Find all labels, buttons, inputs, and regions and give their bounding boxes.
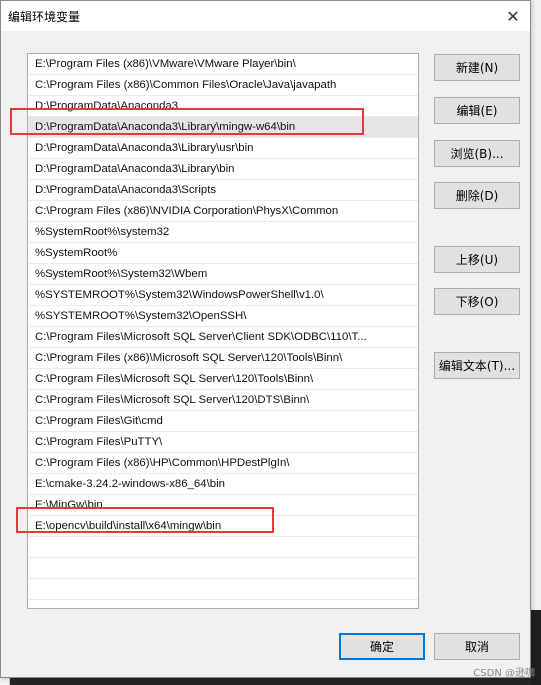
path-list-item[interactable]: C:\Program Files\Microsoft SQL Server\Cl… [28,327,418,348]
path-list-item[interactable]: C:\Program Files\PuTTY\ [28,432,418,453]
delete-button[interactable]: 删除(D) [434,182,520,209]
path-list-item[interactable]: C:\Program Files\Microsoft SQL Server\12… [28,390,418,411]
browse-button[interactable]: 浏览(B)... [434,140,520,167]
path-list-item[interactable]: C:\Program Files\Git\cmd [28,411,418,432]
path-list-item[interactable]: E:\cmake-3.24.2-windows-x86_64\bin [28,474,418,495]
dialog-title: 编辑环境变量 [8,10,81,24]
edit-button[interactable]: 编辑(E) [434,97,520,124]
path-list-item[interactable]: D:\ProgramData\Anaconda3\Library\bin [28,159,418,180]
ok-button[interactable]: 确定 [339,633,425,660]
path-list-item[interactable]: %SystemRoot% [28,243,418,264]
move-up-button[interactable]: 上移(U) [434,246,520,273]
new-button[interactable]: 新建(N) [434,54,520,81]
path-list-item[interactable]: C:\Program Files (x86)\Microsoft SQL Ser… [28,348,418,369]
path-list-item[interactable]: C:\Program Files\Microsoft SQL Server\12… [28,369,418,390]
close-button[interactable]: ✕ [496,1,530,31]
path-list-item[interactable]: %SYSTEMROOT%\System32\OpenSSH\ [28,306,418,327]
path-list-empty-row[interactable] [28,600,418,608]
path-list-item[interactable]: C:\Program Files (x86)\NVIDIA Corporatio… [28,201,418,222]
title-bar[interactable]: 编辑环境变量 ✕ [1,1,530,31]
path-list-item[interactable]: E:\Program Files (x86)\VMware\VMware Pla… [28,54,418,75]
cancel-button[interactable]: 取消 [434,633,520,660]
path-list-item[interactable]: %SystemRoot%\System32\Wbem [28,264,418,285]
path-list-item[interactable]: D:\ProgramData\Anaconda3 [28,96,418,117]
edit-text-button[interactable]: 编辑文本(T)... [434,352,520,379]
path-list-empty-row[interactable] [28,579,418,600]
path-list-item[interactable]: %SystemRoot%\system32 [28,222,418,243]
path-list-item[interactable]: D:\ProgramData\Anaconda3\Scripts [28,180,418,201]
path-list-item[interactable]: C:\Program Files (x86)\HP\Common\HPDestP… [28,453,418,474]
path-list-item[interactable]: E:\opencv\build\install\x64\mingw\bin [28,516,418,537]
move-down-button[interactable]: 下移(O) [434,288,520,315]
watermark: CSDN @逊咖‍ [473,668,535,679]
background-window-right [531,0,541,685]
edit-environment-variable-dialog: 编辑环境变量 ✕ E:\Program Files (x86)\VMware\V… [0,0,531,678]
path-list-item[interactable]: C:\Program Files (x86)\Common Files\Orac… [28,75,418,96]
path-list[interactable]: E:\Program Files (x86)\VMware\VMware Pla… [27,53,419,609]
path-list-item[interactable]: D:\ProgramData\Anaconda3\Library\usr\bin [28,138,418,159]
close-icon: ✕ [506,6,520,26]
path-list-item[interactable]: %SYSTEMROOT%\System32\WindowsPowerShell\… [28,285,418,306]
path-list-item[interactable]: D:\ProgramData\Anaconda3\Library\mingw-w… [28,117,418,138]
path-list-empty-row[interactable] [28,558,418,579]
path-list-item[interactable]: E:\MinGw\bin [28,495,418,516]
path-list-empty-row[interactable] [28,537,418,558]
